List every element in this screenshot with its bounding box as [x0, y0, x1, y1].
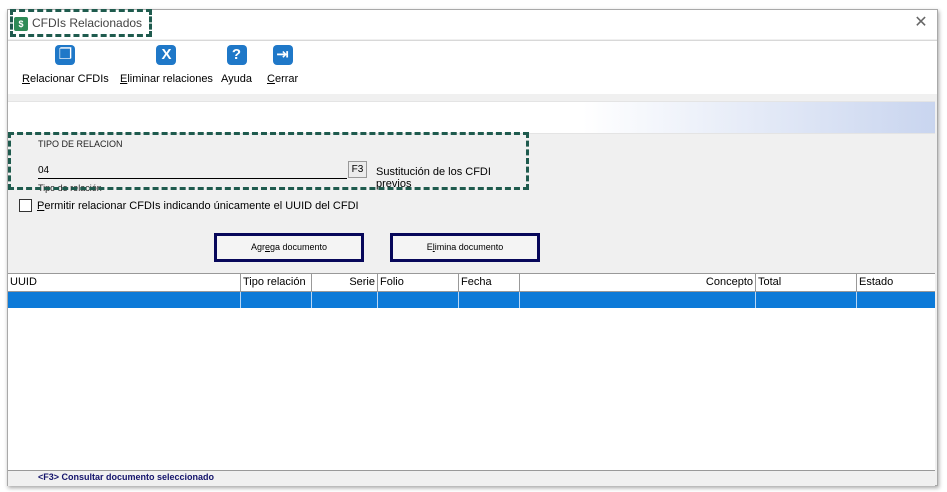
question-icon: ?: [226, 45, 247, 65]
column-header-serie[interactable]: Serie: [312, 274, 378, 291]
cfdis-relacionados-window: $ CFDIs Relacionados ✕ ❐ Relacionar CFDI…: [7, 9, 938, 486]
grid-cell[interactable]: [8, 292, 241, 308]
elimina-documento-button[interactable]: Elimina documento: [390, 233, 540, 262]
grid-cell[interactable]: [241, 292, 312, 308]
documents-grid[interactable]: UUID Tipo relación Serie Folio Fecha Con…: [8, 273, 935, 470]
x-icon: X: [156, 45, 177, 65]
uuid-only-checkbox[interactable]: [19, 199, 32, 212]
grid-cell[interactable]: [857, 292, 935, 308]
column-header-tipo-relacion[interactable]: Tipo relación: [241, 274, 312, 291]
uuid-only-checkbox-label: Permitir relacionar CFDIs indicando únic…: [37, 199, 359, 212]
f3-hint-text: <F3> Consultar documento seleccionado: [38, 472, 215, 482]
grid-header: UUID Tipo relación Serie Folio Fecha Con…: [8, 274, 935, 292]
column-header-folio[interactable]: Folio: [378, 274, 459, 291]
copy-icon: ❐: [55, 45, 76, 65]
relacionar-cfdis-button[interactable]: ❐ Relacionar CFDIs: [22, 45, 109, 85]
relation-highlight-annotation: [8, 132, 529, 190]
column-header-concepto[interactable]: Concepto: [520, 274, 756, 291]
cerrar-label: Cerrar: [267, 73, 299, 85]
cerrar-button[interactable]: ⇥ Cerrar: [267, 45, 298, 85]
grid-cell[interactable]: [520, 292, 756, 308]
header-gradient-band: [8, 101, 935, 134]
column-header-uuid[interactable]: UUID: [8, 274, 241, 291]
ayuda-button[interactable]: ? Ayuda: [221, 45, 252, 85]
exit-door-icon: ⇥: [272, 45, 293, 65]
uuid-only-checkbox-row[interactable]: Permitir relacionar CFDIs indicando únic…: [19, 199, 359, 212]
relacionar-cfdis-label: Relacionar CFDIs: [22, 73, 109, 85]
close-icon[interactable]: ✕: [911, 13, 931, 33]
column-header-fecha[interactable]: Fecha: [459, 274, 520, 291]
eliminar-relaciones-button[interactable]: X Eliminar relaciones: [120, 45, 213, 85]
agrega-documento-button[interactable]: Agrega documento: [214, 233, 364, 262]
ayuda-label: Ayuda: [221, 73, 252, 85]
status-bar: <F3> Consultar documento seleccionado: [8, 470, 935, 486]
grid-cell[interactable]: [378, 292, 459, 308]
grid-cell[interactable]: [459, 292, 520, 308]
toolbar: ❐ Relacionar CFDIs X Eliminar relaciones…: [8, 40, 937, 94]
title-highlight-annotation: [10, 9, 152, 37]
column-header-total[interactable]: Total: [756, 274, 857, 291]
table-row[interactable]: [8, 292, 935, 308]
grid-cell[interactable]: [312, 292, 378, 308]
grid-cell[interactable]: [756, 292, 857, 308]
eliminar-relaciones-label: Eliminar relaciones: [120, 73, 213, 85]
column-header-estado[interactable]: Estado: [857, 274, 935, 291]
